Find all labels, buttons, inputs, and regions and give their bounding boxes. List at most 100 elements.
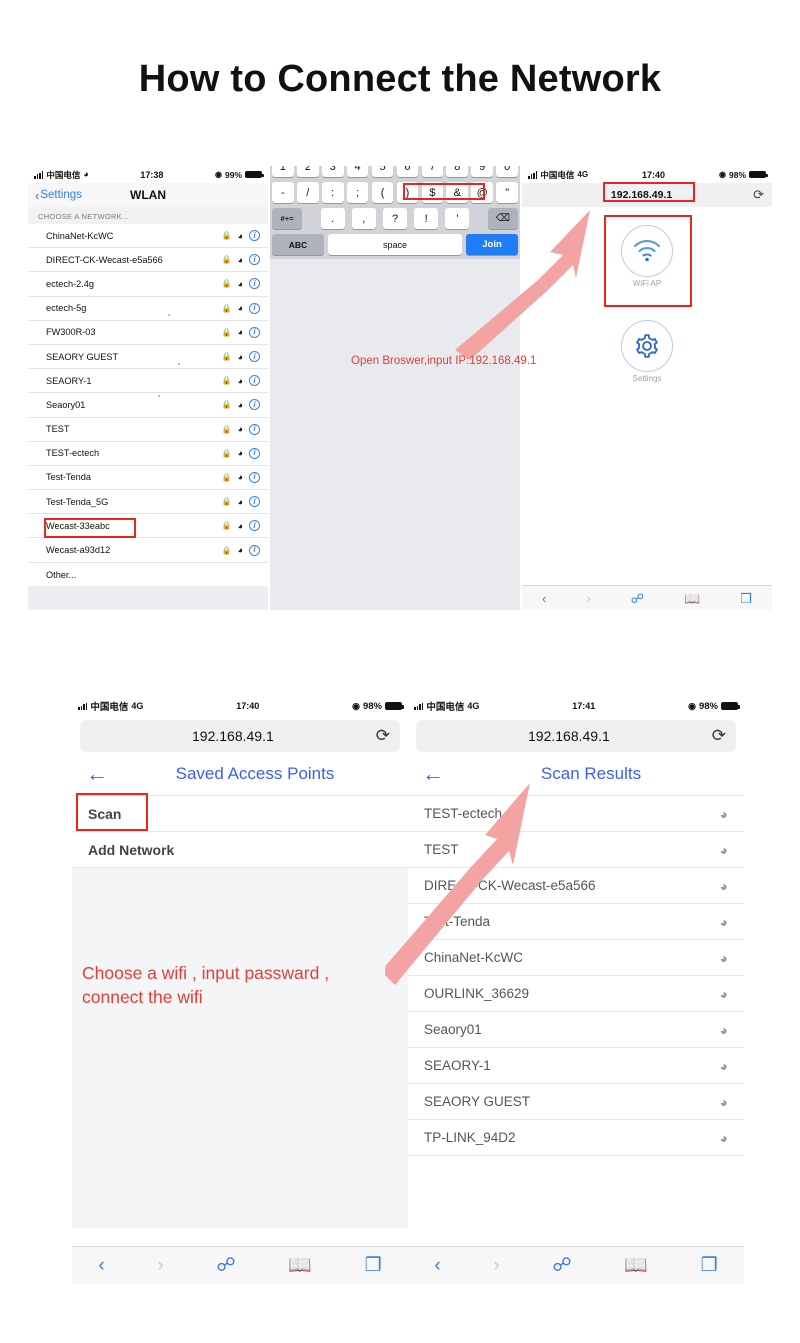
- info-button[interactable]: i: [249, 302, 260, 314]
- key-space[interactable]: space: [328, 234, 462, 255]
- tabs-icon[interactable]: ❐: [365, 1256, 382, 1275]
- wifi-network-row-wecast-33eabc[interactable]: Wecast-33eabc 🔒 ◕ i: [28, 514, 268, 539]
- back-arrow-icon[interactable]: ←: [422, 762, 444, 785]
- backspace-icon[interactable]: ⌫: [488, 208, 518, 229]
- reload-icon[interactable]: ⟳: [376, 726, 390, 746]
- key-hyphen[interactable]: -: [271, 182, 294, 203]
- info-button[interactable]: i: [249, 447, 260, 459]
- key-at[interactable]: @: [471, 182, 494, 203]
- info-button[interactable]: i: [249, 351, 260, 363]
- info-button[interactable]: i: [249, 326, 260, 338]
- scan-result-row[interactable]: ChinaNet-KcWC ◕: [408, 940, 744, 976]
- wifi-network-row[interactable]: ectech-5g 🔒 ◕ i: [28, 297, 268, 321]
- wifi-network-row[interactable]: TEST-ectech 🔒 ◕ i: [28, 442, 268, 466]
- key-4[interactable]: 4: [346, 166, 369, 177]
- key-9[interactable]: 9: [471, 166, 494, 177]
- wifi-network-row[interactable]: Wecast-a93d12 🔒 ◕ i: [28, 538, 268, 563]
- key-period[interactable]: .: [320, 208, 345, 229]
- info-button[interactable]: i: [249, 230, 260, 242]
- info-button[interactable]: i: [249, 471, 260, 483]
- info-button[interactable]: i: [249, 254, 260, 266]
- wifi-network-row[interactable]: ectech-2.4g 🔒 ◕ i: [28, 272, 268, 297]
- scan-result-row[interactable]: SEAORY-1 ◕: [408, 1048, 744, 1084]
- browser-url-bar[interactable]: 192.168.49.1 ⟳: [416, 720, 736, 752]
- info-button[interactable]: i: [249, 399, 260, 411]
- settings-button[interactable]: [621, 320, 673, 372]
- url-text[interactable]: 192.168.49.1: [426, 728, 712, 744]
- info-button[interactable]: i: [249, 278, 260, 290]
- wifi-ap-button[interactable]: [621, 225, 673, 277]
- scan-button[interactable]: Scan: [72, 796, 408, 832]
- bookmarks-icon[interactable]: 📖: [624, 1256, 648, 1275]
- key-quote[interactable]: ": [496, 182, 519, 203]
- url-text[interactable]: 192.168.49.1: [530, 189, 753, 201]
- reload-icon[interactable]: ⟳: [753, 187, 764, 203]
- url-text[interactable]: 192.168.49.1: [90, 728, 376, 744]
- scan-result-row[interactable]: TEST-ectech ◕: [408, 796, 744, 832]
- forward-icon[interactable]: ›: [586, 592, 590, 605]
- key-colon[interactable]: :: [321, 182, 344, 203]
- browser-url-bar[interactable]: 192.168.49.1 ⟳: [80, 720, 400, 752]
- key-0[interactable]: 0: [496, 166, 519, 177]
- info-button[interactable]: i: [249, 375, 260, 387]
- wifi-network-row[interactable]: Test-Tenda_5G 🔒 ◕ i: [28, 490, 268, 515]
- wifi-network-row[interactable]: FW300R-03 🔒 ◕ i: [28, 321, 268, 345]
- tabs-icon[interactable]: ❐: [701, 1256, 718, 1275]
- tabs-icon[interactable]: ❐: [740, 592, 752, 605]
- info-button[interactable]: i: [249, 496, 260, 508]
- key-abc-toggle[interactable]: ABC: [272, 234, 324, 255]
- scan-result-row[interactable]: TP-LINK_94D2 ◕: [408, 1120, 744, 1156]
- key-8[interactable]: 8: [446, 166, 469, 177]
- scan-result-row[interactable]: OURLINK_36629 ◕: [408, 976, 744, 1012]
- key-5[interactable]: 5: [371, 166, 394, 177]
- keyboard-join-button[interactable]: Join: [466, 234, 518, 255]
- info-button[interactable]: i: [249, 520, 260, 532]
- key-slash[interactable]: /: [296, 182, 319, 203]
- key-dollar[interactable]: $: [421, 182, 444, 203]
- wifi-network-row[interactable]: Test-Tenda 🔒 ◕ i: [28, 466, 268, 491]
- scan-result-row[interactable]: Seaory01 ◕: [408, 1012, 744, 1048]
- wifi-network-row[interactable]: SEAORY GUEST 🔒 ◕ i: [28, 345, 268, 370]
- bookmarks-icon[interactable]: 📖: [288, 1256, 312, 1275]
- share-icon[interactable]: ☍: [216, 1256, 235, 1275]
- wifi-network-row[interactable]: ChinaNet-KcWC 🔒 ◕ i: [28, 224, 268, 249]
- wifi-network-row[interactable]: SEAORY-1 🔒 ◕ i: [28, 369, 268, 394]
- scan-result-row[interactable]: Test-Tenda ◕: [408, 904, 744, 940]
- share-icon[interactable]: ☍: [552, 1256, 571, 1275]
- browser-url-bar[interactable]: 192.168.49.1 ⟳: [522, 183, 772, 207]
- info-button[interactable]: i: [249, 544, 260, 556]
- reload-icon[interactable]: ⟳: [712, 726, 726, 746]
- forward-icon[interactable]: ›: [157, 1256, 163, 1275]
- wifi-network-row[interactable]: TEST 🔒 ◕ i: [28, 418, 268, 442]
- back-icon[interactable]: ‹: [542, 592, 546, 605]
- key-question[interactable]: ?: [383, 208, 407, 229]
- scan-result-row[interactable]: SEAORY GUEST ◕: [408, 1084, 744, 1120]
- wifi-network-row[interactable]: Seaory01 🔒 ◕ i: [28, 393, 268, 418]
- key-3[interactable]: 3: [321, 166, 344, 177]
- key-exclamation[interactable]: !: [414, 208, 439, 229]
- key-symbols-toggle[interactable]: #+=: [272, 208, 302, 229]
- forward-icon[interactable]: ›: [493, 1256, 499, 1275]
- settings-entry[interactable]: Settings: [621, 320, 673, 383]
- key-semicolon[interactable]: ;: [346, 182, 369, 203]
- add-network-button[interactable]: Add Network: [72, 832, 408, 868]
- scan-result-row[interactable]: DIRECT-CK-Wecast-e5a566 ◕: [408, 868, 744, 904]
- bookmarks-icon[interactable]: 📖: [684, 592, 700, 605]
- key-paren-close[interactable]: ): [396, 182, 419, 203]
- back-arrow-icon[interactable]: ←: [86, 762, 108, 785]
- wifi-network-row[interactable]: DIRECT-CK-Wecast-e5a566 🔒 ◕ i: [28, 248, 268, 273]
- key-ampersand[interactable]: &: [446, 182, 469, 203]
- key-1[interactable]: 1: [271, 166, 294, 177]
- scan-result-row[interactable]: TEST ◕: [408, 832, 744, 868]
- key-6[interactable]: 6: [396, 166, 419, 177]
- wifi-network-row-other[interactable]: Other...: [28, 563, 268, 587]
- back-icon[interactable]: ‹: [434, 1256, 440, 1275]
- key-paren-open[interactable]: (: [371, 182, 394, 203]
- share-icon[interactable]: ☍: [631, 592, 644, 605]
- key-2[interactable]: 2: [296, 166, 319, 177]
- key-comma[interactable]: ,: [351, 208, 376, 229]
- info-button[interactable]: i: [249, 423, 260, 435]
- wifi-ap-entry[interactable]: WiFi AP: [621, 225, 673, 288]
- back-icon[interactable]: ‹: [98, 1256, 104, 1275]
- key-7[interactable]: 7: [421, 166, 444, 177]
